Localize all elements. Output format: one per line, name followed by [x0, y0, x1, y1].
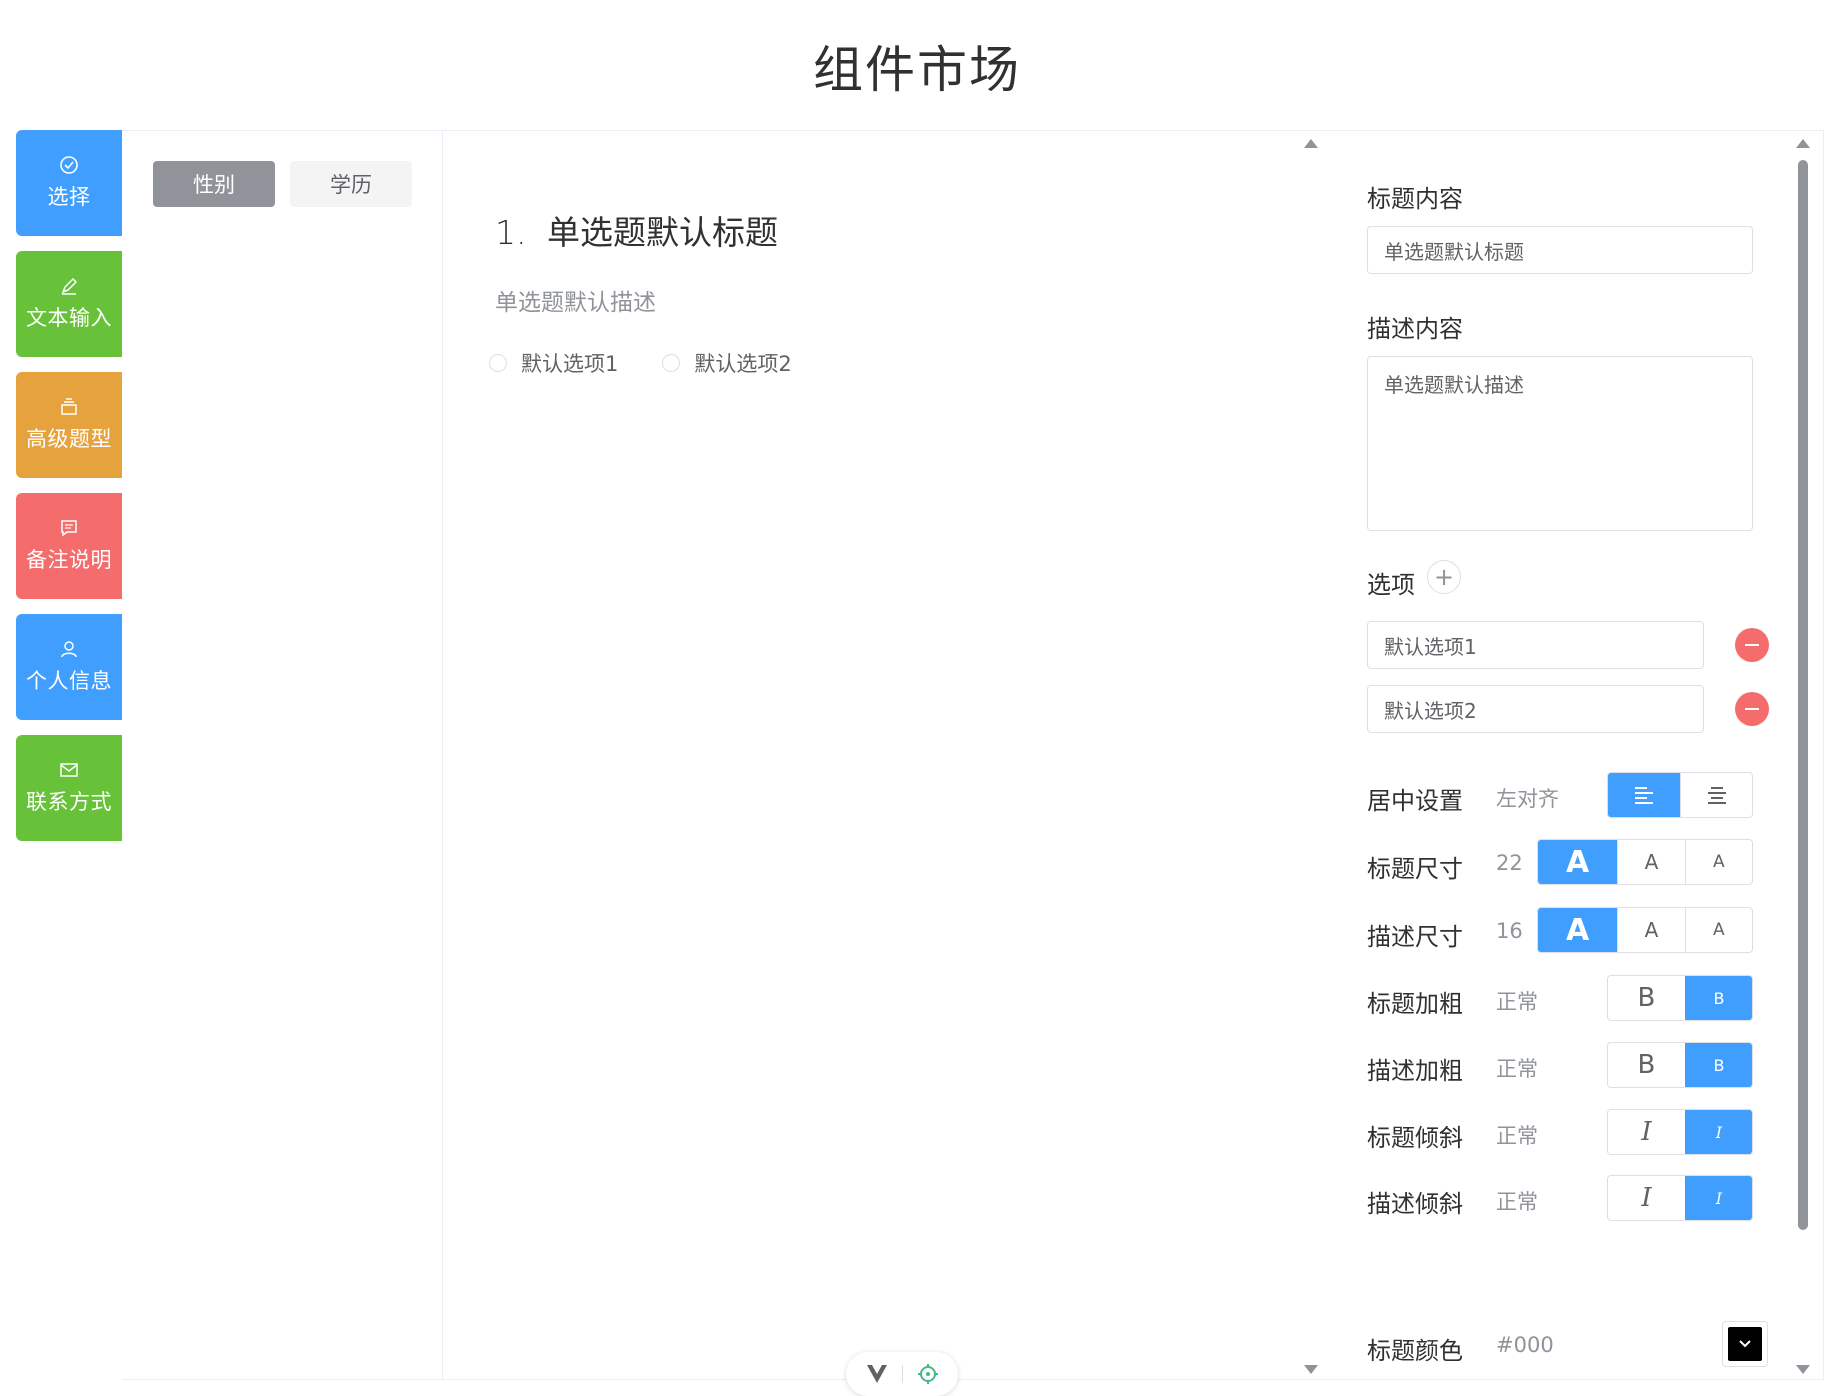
question-description: 单选题默认描述 [495, 290, 656, 316]
desc-size-small-button[interactable]: A [1684, 908, 1752, 952]
target-icon[interactable] [917, 1363, 939, 1385]
question-title-text: 单选题默认标题 [547, 213, 778, 252]
title-size-label: 标题尺寸 [1367, 855, 1463, 883]
remove-option-icon[interactable] [1735, 692, 1769, 726]
settings-scroll-down-icon[interactable] [1796, 1365, 1810, 1374]
desc-italic-on-button[interactable]: I [1608, 1176, 1685, 1220]
radio-option[interactable]: 默认选项1 [489, 348, 618, 378]
category-label: 文本输入 [26, 306, 112, 330]
chevron-down-icon [1728, 1327, 1762, 1361]
remove-option-icon[interactable] [1735, 628, 1769, 662]
category-label: 联系方式 [26, 790, 112, 814]
component-gender-button[interactable]: 性别 [153, 161, 275, 207]
title-italic-label: 标题倾斜 [1367, 1124, 1463, 1152]
title-bold-value: 正常 [1496, 990, 1538, 1014]
pencil-icon [61, 277, 78, 295]
desc-size-button-group: A A A [1537, 907, 1753, 953]
radio-option-label: 默认选项2 [694, 352, 792, 376]
align-left-icon[interactable] [1608, 773, 1680, 817]
desc-bold-normal-button[interactable]: B [1684, 1043, 1752, 1087]
title-input[interactable]: 单选题默认标题 [1367, 226, 1753, 274]
desc-bold-button-group: B B [1607, 1042, 1753, 1088]
title-bold-normal-button[interactable]: B [1684, 976, 1752, 1020]
desc-italic-normal-button[interactable]: I [1684, 1176, 1752, 1220]
page-title: 组件市场 [813, 41, 1021, 99]
desc-content-label: 描述内容 [1367, 315, 1463, 343]
category-select[interactable]: 选择 [16, 130, 122, 236]
title-size-value: 22 [1496, 851, 1523, 875]
category-label: 个人信息 [26, 669, 112, 693]
option-input[interactable]: 默认选项1 [1367, 621, 1704, 669]
category-label: 选择 [47, 185, 91, 209]
category-text-input[interactable]: 文本输入 [16, 251, 122, 357]
settings-scroll-up-icon[interactable] [1796, 139, 1810, 148]
desc-bold-on-button[interactable]: B [1608, 1043, 1685, 1087]
title-bold-label: 标题加粗 [1367, 990, 1463, 1018]
question-number: 1. [495, 213, 527, 252]
title-italic-normal-button[interactable]: I [1684, 1110, 1752, 1154]
question-title: 1. 单选题默认标题 [495, 206, 778, 254]
category-label: 备注说明 [26, 548, 112, 572]
title-color-picker[interactable] [1722, 1321, 1768, 1367]
title-size-medium-button[interactable]: A [1617, 840, 1684, 884]
align-center-icon[interactable] [1680, 773, 1752, 817]
desc-textarea[interactable]: 单选题默认描述 [1367, 356, 1753, 531]
title-color-value: #000 [1496, 1333, 1554, 1357]
desc-size-value: 16 [1496, 919, 1523, 943]
devtools-pill[interactable] [846, 1352, 958, 1396]
stack-icon [61, 398, 77, 415]
title-content-label: 标题内容 [1367, 185, 1463, 213]
desc-size-medium-button[interactable]: A [1617, 908, 1684, 952]
question-options: 默认选项1 默认选项2 [489, 348, 792, 378]
title-bold-button-group: B B [1607, 975, 1753, 1021]
desc-italic-value: 正常 [1496, 1190, 1538, 1214]
title-bold-on-button[interactable]: B [1608, 976, 1685, 1020]
desc-size-label: 描述尺寸 [1367, 923, 1463, 951]
user-icon [61, 641, 77, 658]
settings-panel: 标题内容 单选题默认标题 描述内容 单选题默认描述 选项 + 默认选项1 默认选… [1321, 131, 1769, 1379]
component-education-button[interactable]: 学历 [290, 161, 412, 207]
radio-circle-icon[interactable] [662, 354, 681, 372]
title-size-large-button[interactable]: A [1538, 840, 1618, 884]
comment-icon [61, 520, 77, 537]
options-label: 选项 [1367, 571, 1415, 599]
category-contact[interactable]: 联系方式 [16, 735, 122, 841]
align-label: 居中设置 [1367, 787, 1463, 815]
align-button-group [1607, 772, 1753, 818]
preview-canvas[interactable]: 1. 单选题默认标题 单选题默认描述 默认选项1 默认选项2 [443, 131, 1311, 1379]
category-personal-info[interactable]: 个人信息 [16, 614, 122, 720]
check-circle-icon [60, 156, 78, 174]
title-size-button-group: A A A [1537, 839, 1753, 885]
radio-option-label: 默认选项1 [521, 352, 619, 376]
desc-italic-label: 描述倾斜 [1367, 1190, 1463, 1218]
title-color-label: 标题颜色 [1367, 1337, 1463, 1365]
radio-option[interactable]: 默认选项2 [662, 348, 792, 378]
desc-size-large-button[interactable]: A [1538, 908, 1618, 952]
desc-bold-value: 正常 [1496, 1057, 1538, 1081]
mail-icon [60, 763, 78, 777]
preview-scroll-up-icon[interactable] [1304, 139, 1318, 148]
settings-scrollbar-thumb[interactable] [1798, 160, 1808, 1230]
vue-logo-icon [866, 1365, 887, 1383]
add-option-icon[interactable]: + [1427, 560, 1461, 594]
radio-circle-icon[interactable] [489, 354, 507, 372]
preview-scroll-down-icon[interactable] [1304, 1365, 1318, 1374]
title-italic-button-group: I I [1607, 1109, 1753, 1155]
category-notes[interactable]: 备注说明 [16, 493, 122, 599]
title-italic-value: 正常 [1496, 1124, 1538, 1148]
align-value: 左对齐 [1496, 787, 1559, 811]
desc-italic-button-group: I I [1607, 1175, 1753, 1221]
desc-bold-label: 描述加粗 [1367, 1057, 1463, 1085]
component-list-pane: 性别 学历 [123, 131, 443, 1379]
title-italic-on-button[interactable]: I [1608, 1110, 1685, 1154]
category-label: 高级题型 [26, 427, 112, 451]
option-input[interactable]: 默认选项2 [1367, 685, 1704, 733]
category-advanced[interactable]: 高级题型 [16, 372, 122, 478]
title-size-small-button[interactable]: A [1684, 840, 1752, 884]
